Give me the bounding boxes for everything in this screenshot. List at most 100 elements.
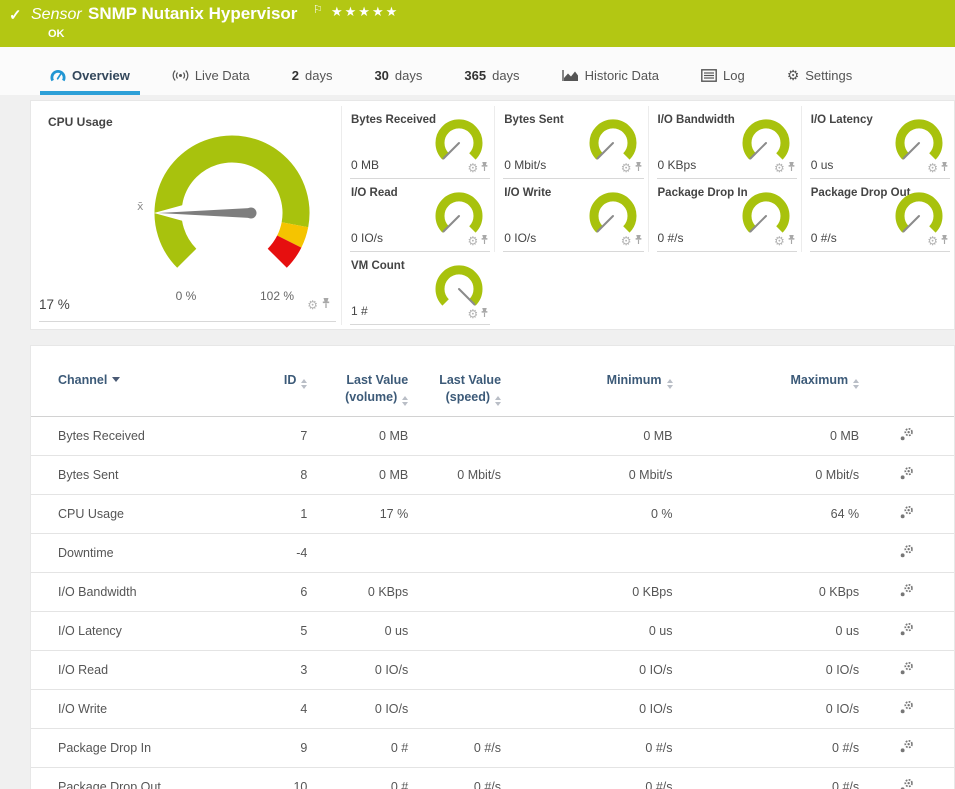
channel-settings-icon[interactable] bbox=[899, 466, 914, 484]
channel-table-panel: Channel ID Last Value (volume) Last Valu… bbox=[30, 345, 955, 789]
minimum-value: 0 #/s bbox=[501, 728, 672, 767]
col-header-last-value-speed[interactable]: Last Value (speed) bbox=[408, 346, 501, 416]
last-value-speed bbox=[408, 650, 501, 689]
maximum-value: 0 KBps bbox=[673, 572, 860, 611]
pin-icon[interactable] bbox=[787, 232, 796, 250]
gear-icon[interactable]: ⚙ bbox=[927, 162, 938, 174]
minimum-value: 0 Mbit/s bbox=[501, 455, 672, 494]
gear-icon[interactable]: ⚙ bbox=[621, 235, 632, 247]
channel-id: 1 bbox=[245, 494, 308, 533]
col-header-id[interactable]: ID bbox=[245, 346, 308, 416]
channel-settings-icon[interactable] bbox=[899, 427, 914, 445]
gauge-scale-max: 102 % bbox=[251, 289, 303, 303]
last-value-speed bbox=[408, 416, 501, 455]
col-header-minimum[interactable]: Minimum bbox=[501, 346, 672, 416]
channel-name: I/O Write bbox=[31, 689, 245, 728]
gear-icon[interactable]: ⚙ bbox=[774, 162, 785, 174]
pin-icon[interactable] bbox=[634, 159, 643, 177]
gear-icon[interactable]: ⚙ bbox=[467, 308, 478, 320]
pin-icon[interactable] bbox=[634, 232, 643, 250]
col-header-maximum[interactable]: Maximum bbox=[673, 346, 860, 416]
gear-icon[interactable]: ⚙ bbox=[621, 162, 632, 174]
maximum-value: 0 #/s bbox=[673, 767, 860, 789]
gauge-title: CPU Usage bbox=[48, 115, 113, 129]
channel-name: Downtime bbox=[31, 533, 245, 572]
tab-bar: Overview Live Data 2 days 30 days 365 da… bbox=[0, 47, 955, 95]
minimum-value: 0 MB bbox=[501, 416, 672, 455]
maximum-value: 0 MB bbox=[673, 416, 860, 455]
col-header-channel[interactable]: Channel bbox=[31, 346, 245, 416]
channel-settings-icon[interactable] bbox=[899, 583, 914, 601]
maximum-value: 0 Mbit/s bbox=[673, 455, 860, 494]
mini-gauge-grid: Bytes Received 0 MB ⚙ Bytes Sent bbox=[341, 106, 954, 325]
tab-2-days[interactable]: 2 days bbox=[282, 60, 343, 95]
status-check-icon: ✓ bbox=[9, 6, 22, 24]
area-chart-icon bbox=[562, 69, 579, 82]
gear-icon[interactable]: ⚙ bbox=[467, 235, 478, 247]
priority-stars[interactable]: ★★★★★ bbox=[331, 4, 399, 20]
channel-id: 7 bbox=[245, 416, 308, 455]
gear-icon[interactable]: ⚙ bbox=[927, 235, 938, 247]
status-badge: OK bbox=[48, 28, 65, 40]
tab-label: Log bbox=[723, 68, 745, 83]
tab-30-days[interactable]: 30 days bbox=[364, 60, 432, 95]
pin-icon[interactable] bbox=[480, 305, 489, 323]
pin-icon[interactable] bbox=[940, 159, 949, 177]
gauge-icon bbox=[50, 69, 66, 82]
flag-icon[interactable]: ⚐ bbox=[313, 3, 323, 16]
table-row: I/O Write 4 0 IO/s 0 IO/s 0 IO/s bbox=[31, 689, 954, 728]
gauge-title: Bytes Sent bbox=[504, 114, 563, 126]
pin-icon[interactable] bbox=[480, 232, 489, 250]
last-value-speed bbox=[408, 572, 501, 611]
channel-id: -4 bbox=[245, 533, 308, 572]
tab-historic-data[interactable]: Historic Data bbox=[552, 60, 669, 95]
gauge-value: 0 MB bbox=[351, 158, 379, 172]
channel-settings-icon[interactable] bbox=[899, 700, 914, 718]
cell-divider bbox=[39, 321, 336, 322]
gear-icon[interactable]: ⚙ bbox=[774, 235, 785, 247]
gauge-title: I/O Read bbox=[351, 187, 398, 199]
channel-settings-icon[interactable] bbox=[899, 739, 914, 757]
table-row: Downtime -4 bbox=[31, 533, 954, 572]
tab-overview[interactable]: Overview bbox=[40, 60, 140, 95]
table-row: I/O Bandwidth 6 0 KBps 0 KBps 0 KBps bbox=[31, 572, 954, 611]
pin-icon[interactable] bbox=[787, 159, 796, 177]
channel-settings-icon[interactable] bbox=[899, 622, 914, 640]
channel-name: Bytes Received bbox=[31, 416, 245, 455]
mini-gauge-cell: I/O Read 0 IO/s ⚙ bbox=[341, 179, 494, 252]
last-value-speed bbox=[408, 611, 501, 650]
gear-icon[interactable]: ⚙ bbox=[467, 162, 478, 174]
gauge-title: I/O Bandwidth bbox=[658, 114, 735, 126]
table-row: Bytes Sent 8 0 MB 0 Mbit/s 0 Mbit/s 0 Mb… bbox=[31, 455, 954, 494]
tab-label: Historic Data bbox=[585, 68, 659, 83]
table-row: I/O Read 3 0 IO/s 0 IO/s 0 IO/s bbox=[31, 650, 954, 689]
tab-log[interactable]: Log bbox=[691, 60, 755, 95]
mini-gauge-cell: Bytes Received 0 MB ⚙ bbox=[341, 106, 494, 179]
channel-settings-icon[interactable] bbox=[899, 661, 914, 679]
sort-desc-icon bbox=[112, 377, 120, 382]
last-value-speed: 0 #/s bbox=[408, 767, 501, 789]
channel-settings-icon[interactable] bbox=[899, 778, 914, 789]
pin-icon[interactable] bbox=[940, 232, 949, 250]
tab-label: days bbox=[492, 68, 519, 83]
channel-name: I/O Bandwidth bbox=[31, 572, 245, 611]
tab-365-days[interactable]: 365 days bbox=[454, 60, 529, 95]
channel-settings-icon[interactable] bbox=[899, 505, 914, 523]
pin-icon[interactable] bbox=[480, 159, 489, 177]
col-header-last-value-volume[interactable]: Last Value (volume) bbox=[307, 346, 408, 416]
channel-settings-icon[interactable] bbox=[899, 544, 914, 562]
maximum-value bbox=[673, 533, 860, 572]
last-value-speed bbox=[408, 689, 501, 728]
last-value-volume: 0 MB bbox=[307, 416, 408, 455]
pin-icon[interactable] bbox=[321, 296, 331, 314]
tab-live-data[interactable]: Live Data bbox=[162, 60, 260, 95]
object-kind-label: Sensor bbox=[31, 6, 82, 24]
tab-label: Overview bbox=[72, 68, 130, 83]
cell-divider bbox=[657, 251, 797, 252]
mini-gauge-cell: Package Drop In 0 #/s ⚙ bbox=[648, 179, 801, 252]
channel-id: 6 bbox=[245, 572, 308, 611]
gauge-title: Bytes Received bbox=[351, 114, 436, 126]
last-value-volume: 0 IO/s bbox=[307, 689, 408, 728]
gear-icon[interactable]: ⚙ bbox=[307, 299, 318, 311]
tab-settings[interactable]: ⚙ Settings bbox=[777, 60, 863, 95]
